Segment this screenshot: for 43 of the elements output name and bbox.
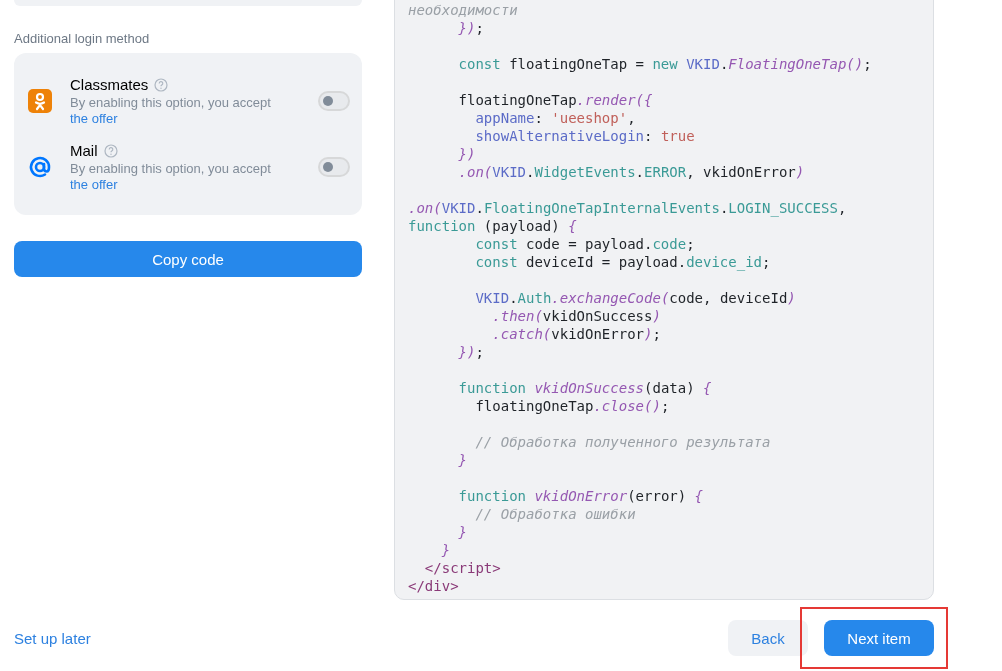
code-line: } [457,523,468,541]
code-line: function vkidOnError(error) { [457,487,705,505]
code-line: // Обработка полученного результата [474,433,772,451]
code-line: .then(vkidOnSuccess) [491,307,662,325]
toggle-switch[interactable] [318,157,350,177]
code-line: }); [457,343,485,361]
code-line: .on(VKID.WidgetEvents.ERROR, vkidOnError) [457,163,806,181]
code-line: </script> [423,559,502,577]
code-line: необходимости [408,1,519,19]
help-icon[interactable] [103,144,118,158]
code-line: }); [457,19,485,37]
back-button[interactable]: Back [728,620,808,656]
code-line: .on(VKID.FloatingOneTapInternalEvents.LOGIN_SUCCESS, [408,199,848,217]
at-sign-icon [28,155,52,179]
method-title: Mail [70,141,98,161]
code-line: } [457,451,468,469]
offer-link[interactable]: the offer [70,111,118,127]
offer-link[interactable]: the offer [70,177,118,193]
code-line: const code = payload.code; [474,235,696,253]
toggle-switch[interactable] [318,91,350,111]
method-note: By enabling this option, you accept [70,161,272,177]
person-icon [28,89,52,113]
code-line: .catch(vkidOnError); [491,325,662,343]
setup-later-link[interactable]: Set up later [14,629,91,647]
code-line: const deviceId = payload.device_id; [474,253,772,271]
code-line: floatingOneTap.render({ [457,91,654,109]
code-line: </div> [408,577,460,595]
code-line: appName: 'ueeshop', [474,109,637,127]
code-line: // Обработка ошибки [474,505,637,523]
next-item-button[interactable]: Next item [824,620,934,656]
code-line: floatingOneTap.close(); [474,397,671,415]
code-line: function (payload) { [408,217,578,235]
code-line: const floatingOneTap = new VKID.FloatingOneTap(); [457,55,873,73]
section-heading: Additional login method [14,30,151,48]
code-line: } [440,541,452,559]
code-line: }) [457,145,477,163]
code-line: showAlternativeLogin: true [474,127,696,145]
method-title: Classmates [70,75,149,95]
copy-code-button[interactable]: Copy code [14,241,362,277]
help-icon[interactable] [154,78,169,92]
code-line: VKID.Auth.exchangeCode(code, deviceId) [474,289,797,307]
method-note: By enabling this option, you accept [70,95,272,111]
code-line: function vkidOnSuccess(data) { [457,379,713,397]
